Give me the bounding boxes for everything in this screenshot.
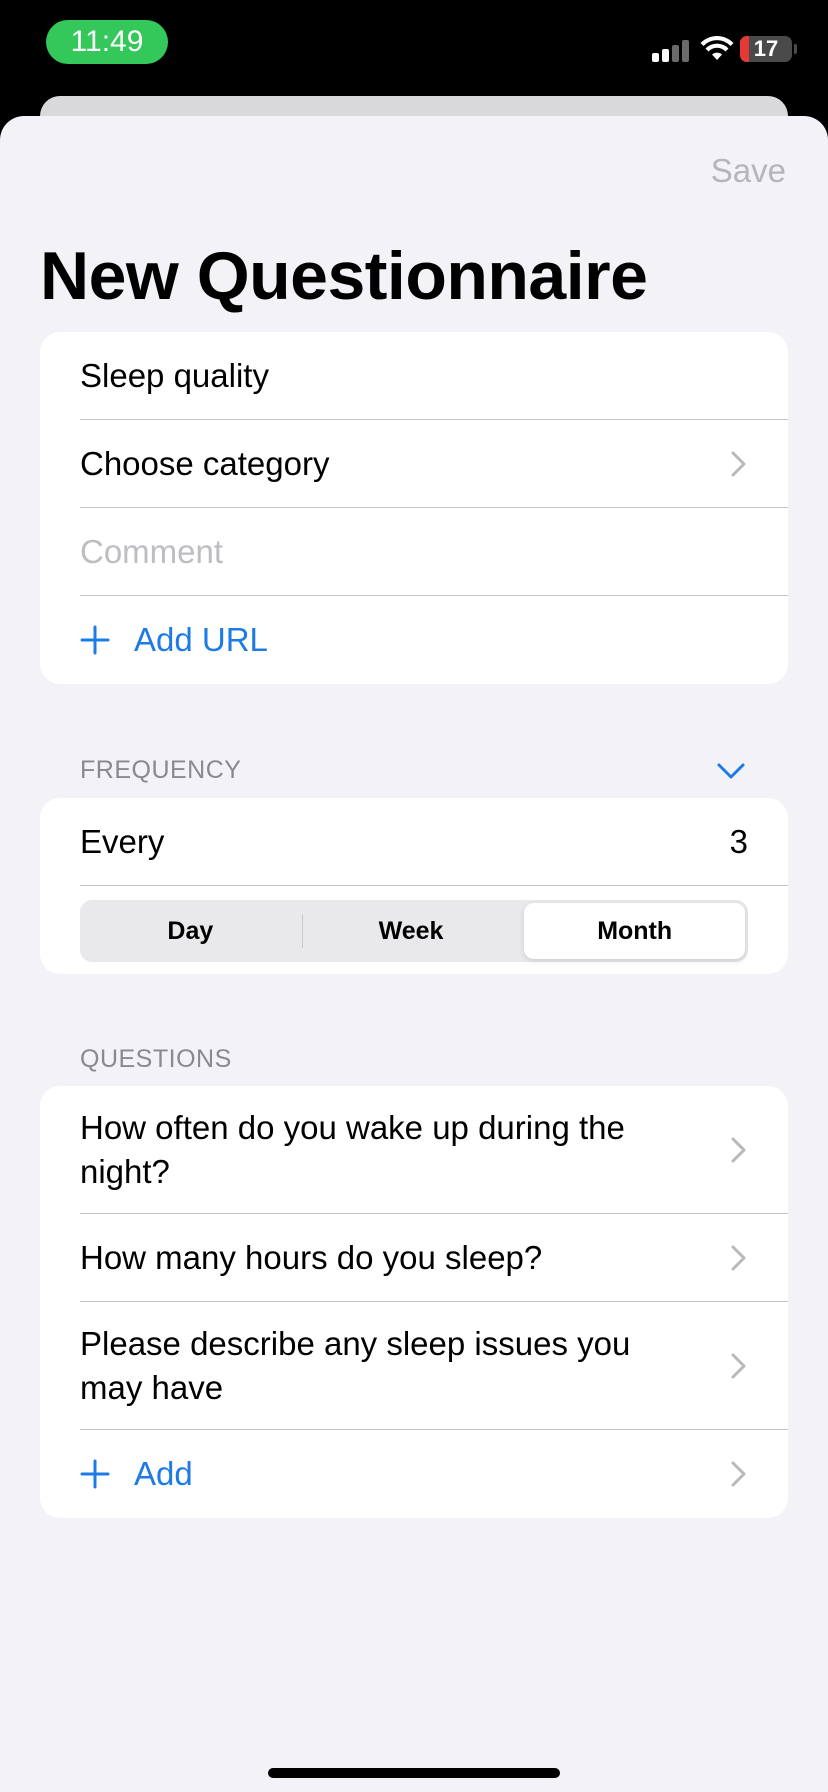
segment-week[interactable]: Week [301, 900, 522, 962]
add-question-button[interactable]: Add [40, 1430, 788, 1518]
chevron-down-icon[interactable] [716, 762, 746, 780]
chevron-right-icon [731, 1353, 746, 1379]
choose-category-label: Choose category [80, 445, 330, 482]
frequency-card: Every 3 Day Week Month [40, 798, 788, 974]
questions-card: How often do you wake up during the nigh… [40, 1086, 788, 1518]
question-row[interactable]: How often do you wake up during the nigh… [40, 1086, 788, 1214]
every-row[interactable]: Every 3 [40, 798, 788, 886]
comment-field[interactable]: Comment [40, 508, 788, 596]
status-time[interactable]: 11:49 [46, 20, 168, 64]
segment-day[interactable]: Day [80, 900, 301, 962]
plus-icon [80, 1459, 110, 1489]
add-url-label: Add URL [134, 621, 268, 658]
save-button[interactable]: Save [711, 152, 786, 190]
comment-field-placeholder[interactable]: Comment [80, 533, 748, 571]
name-field[interactable]: Sleep quality [40, 332, 788, 420]
choose-category-row[interactable]: Choose category [40, 420, 788, 508]
question-text: Please describe any sleep issues you may… [80, 1325, 631, 1406]
question-text: How many hours do you sleep? [80, 1239, 543, 1276]
questionnaire-sheet: Save New Questionnaire Sleep quality Cho… [0, 116, 828, 1792]
battery-cap [794, 44, 797, 54]
question-row[interactable]: Please describe any sleep issues you may… [40, 1302, 788, 1430]
chevron-right-icon [731, 1461, 746, 1487]
frequency-header: FREQUENCY [80, 756, 242, 784]
details-card: Sleep quality Choose category Comment Ad… [40, 332, 788, 684]
chevron-right-icon [731, 1245, 746, 1271]
period-segmented-control[interactable]: Day Week Month [80, 900, 748, 962]
question-text: How often do you wake up during the nigh… [80, 1109, 625, 1190]
plus-icon [80, 625, 110, 655]
battery-level: 17 [753, 36, 779, 61]
chevron-right-icon [731, 451, 746, 477]
every-value[interactable]: 3 [730, 823, 748, 861]
battery-icon: 17 [740, 36, 792, 62]
chevron-right-icon [731, 1137, 746, 1163]
wifi-icon [700, 36, 734, 60]
segment-month[interactable]: Month [524, 903, 746, 959]
every-label: Every [80, 823, 165, 860]
questions-header: QUESTIONS [80, 1045, 232, 1073]
home-indicator[interactable] [268, 1768, 560, 1778]
status-bar: 11:49 17 [0, 0, 828, 96]
page-title: New Questionnaire [40, 238, 648, 314]
cellular-signal-icon [652, 40, 690, 62]
question-row[interactable]: How many hours do you sleep? [40, 1214, 788, 1302]
add-question-label: Add [134, 1455, 193, 1492]
period-picker-row: Day Week Month [40, 886, 788, 974]
add-url-button[interactable]: Add URL [40, 596, 788, 684]
name-field-value[interactable]: Sleep quality [80, 357, 748, 395]
